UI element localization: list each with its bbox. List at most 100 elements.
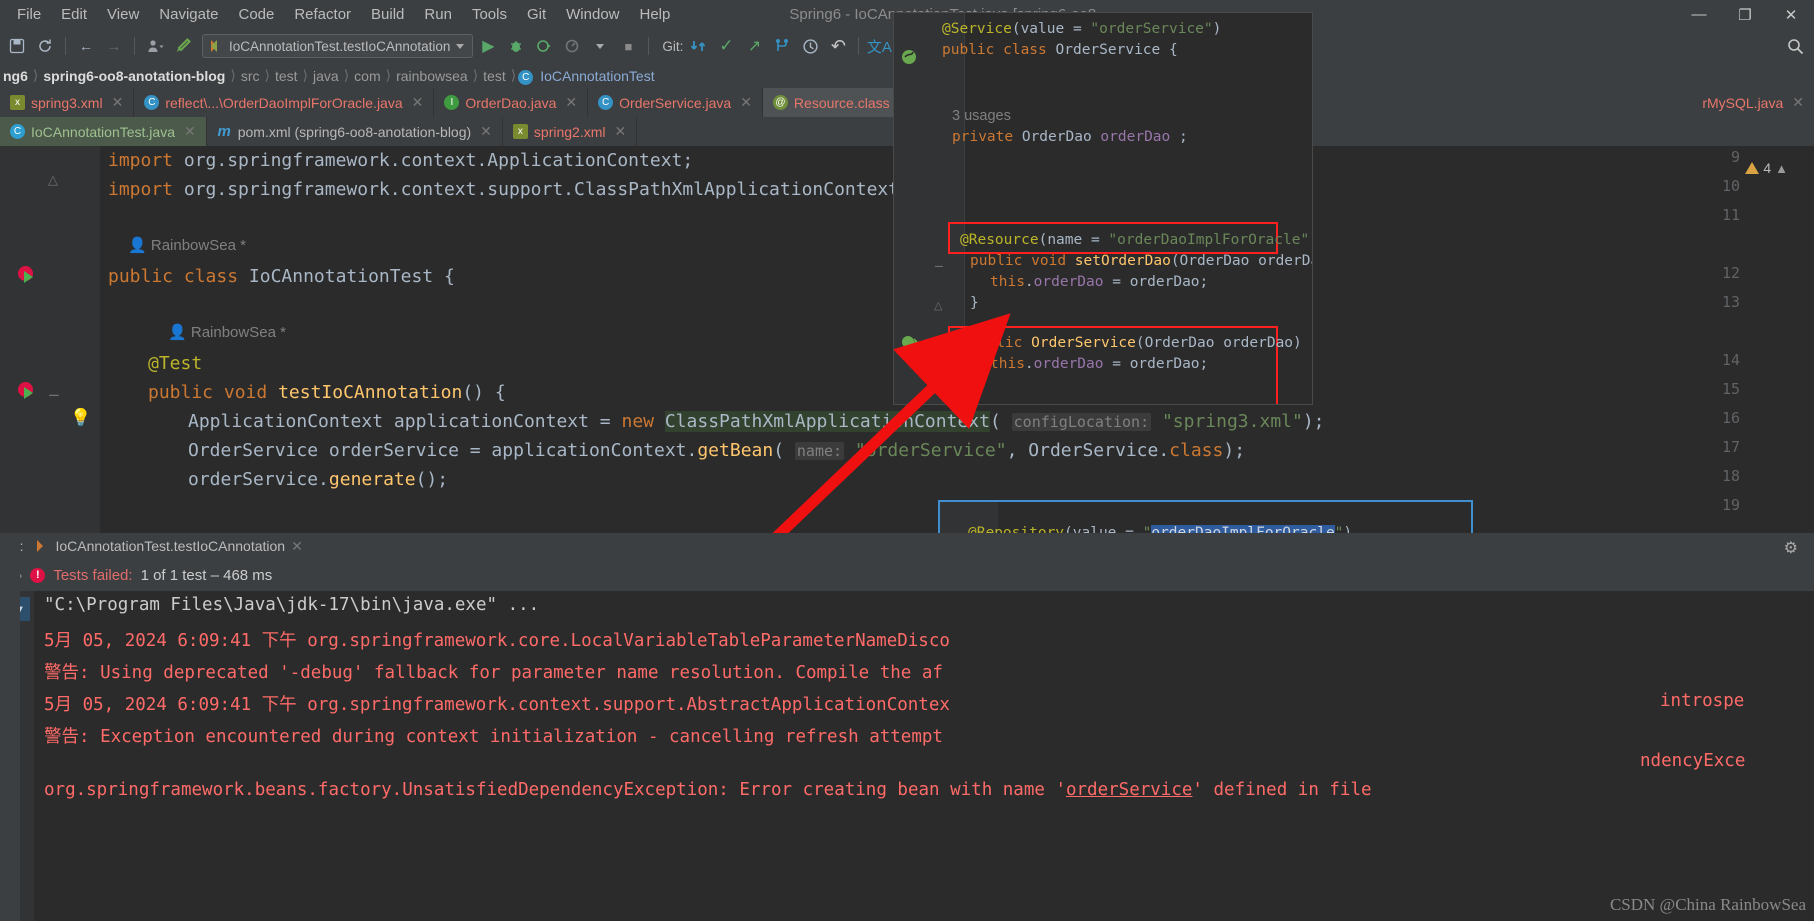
profiler-button[interactable]	[559, 33, 585, 59]
console-output[interactable]: ▼ "C:\Program Files\Java\jdk-17\bin\java…	[0, 591, 1814, 921]
tab-rmysql-java[interactable]: rMySQL.java ✕	[1692, 88, 1814, 117]
menu-window[interactable]: Window	[557, 3, 628, 26]
menu-run[interactable]: Run	[415, 3, 461, 26]
warning-count: 4	[1763, 160, 1772, 176]
ide-window: File Edit View Navigate Code Refactor Bu…	[0, 0, 1814, 921]
line-number: 9	[1730, 148, 1740, 166]
line-number: 10	[1721, 177, 1740, 195]
hammer-build-icon[interactable]	[170, 33, 196, 59]
close-button[interactable]: ✕	[1768, 0, 1814, 29]
search-icon[interactable]	[1782, 33, 1808, 59]
tab-close-icon[interactable]: ✕	[1792, 94, 1804, 111]
menu-navigate[interactable]: Navigate	[150, 3, 227, 26]
menu-edit[interactable]: Edit	[52, 3, 96, 26]
run-tool-window-header: un: IoCAnnotationTest.testIoCAnnotation …	[0, 533, 1814, 559]
git-update-icon[interactable]	[685, 33, 711, 59]
sync-icon[interactable]	[32, 33, 58, 59]
error-icon: !	[30, 567, 46, 583]
inspection-warning-badge[interactable]: 4 ▲	[1745, 160, 1788, 176]
fold-icon[interactable]: ⚊	[934, 257, 944, 270]
debug-button[interactable]	[503, 33, 529, 59]
git-branch-icon[interactable]	[769, 33, 795, 59]
breadcrumb-item-4[interactable]: java	[310, 68, 342, 84]
menu-build[interactable]: Build	[362, 3, 413, 26]
minimize-button[interactable]: —	[1676, 0, 1722, 29]
undo-icon[interactable]: ↶	[825, 33, 851, 59]
breadcrumb-item-0[interactable]: ng6	[0, 68, 31, 84]
run-test-gutter-icon[interactable]	[18, 382, 35, 399]
breadcrumb-item-8[interactable]: IoCAnnotationTest	[537, 68, 657, 84]
menu-file[interactable]: File	[8, 3, 50, 26]
profiler-dropdown-icon[interactable]	[587, 33, 613, 59]
maximize-button[interactable]: ❐	[1722, 0, 1768, 29]
line-number: 19	[1721, 496, 1740, 514]
tab-pom-xml[interactable]: m pom.xml (spring6-oo8-anotation-blog) ✕	[207, 117, 503, 146]
run-configuration-selector[interactable]: IoCAnnotationTest.testIoCAnnotation	[202, 34, 474, 58]
git-push-icon[interactable]: ↗	[741, 33, 767, 59]
code-line-17: OrderService orderService = applicationC…	[188, 440, 1246, 461]
tab-close-icon[interactable]: ✕	[112, 94, 124, 111]
tab-orderdaoimplfororacle-java[interactable]: C reflect\...\OrderDaoImplForOracle.java…	[134, 88, 435, 117]
run-tab-close-icon[interactable]: ✕	[291, 538, 303, 555]
console-line-6: org.springframework.beans.factory.Unsati…	[44, 780, 1372, 800]
orderservice-preview-popup[interactable]: @Service(value = "orderService") public …	[893, 12, 1313, 405]
save-icon[interactable]	[4, 33, 30, 59]
menu-code[interactable]: Code	[229, 3, 283, 26]
popup1-line-setter: public void setOrderDao(OrderDao orderDa…	[970, 253, 1312, 269]
tab-close-icon[interactable]: ✕	[740, 94, 752, 111]
git-commit-icon[interactable]: ✓	[713, 33, 739, 59]
run-button[interactable]: ▶	[475, 33, 501, 59]
tab-spring3-xml[interactable]: x spring3.xml ✕	[0, 88, 135, 117]
run-with-coverage-button[interactable]	[531, 33, 557, 59]
tab-close-icon[interactable]: ✕	[480, 123, 492, 140]
intention-bulb-icon[interactable]: 💡	[70, 408, 91, 428]
stop-button[interactable]: ■	[615, 33, 641, 59]
spring-bean-icon[interactable]	[900, 48, 918, 66]
menu-tools[interactable]: Tools	[463, 3, 516, 26]
line-number: 11	[1721, 206, 1740, 224]
breadcrumb-item-1[interactable]: spring6-oo8-anotation-blog	[40, 68, 228, 84]
fold-region-icon[interactable]: △	[48, 172, 58, 188]
chevron-up-icon[interactable]: ▲	[1775, 161, 1788, 176]
code-line-14: @Test	[148, 353, 203, 374]
menu-refactor[interactable]: Refactor	[285, 3, 360, 26]
menu-view[interactable]: View	[98, 3, 148, 26]
popup1-line-assign-1: this.orderDao = orderDao;	[990, 274, 1209, 290]
tab-close-icon[interactable]: ✕	[565, 94, 577, 111]
spring-bean-gutter-icon[interactable]	[900, 333, 919, 351]
tab-label: spring3.xml	[31, 94, 103, 111]
tab-iocannotationtest-java[interactable]: C IoCAnnotationTest.java ✕	[0, 117, 207, 146]
menu-help[interactable]: Help	[631, 3, 680, 26]
gear-icon[interactable]: ⚙	[1784, 538, 1798, 558]
popup1-usages-label[interactable]: 3 usages	[952, 106, 1011, 127]
tab-close-icon[interactable]: ✕	[412, 94, 424, 111]
tab-spring2-xml[interactable]: x spring2.xml ✕	[503, 117, 638, 146]
popup1-line-1: public class OrderService {	[942, 42, 1178, 58]
navigate-forward-icon[interactable]: →	[101, 33, 127, 59]
history-icon[interactable]	[797, 33, 823, 59]
fold-region-icon[interactable]: ⚊	[48, 384, 60, 400]
code-line-10: import org.springframework.context.suppo…	[108, 179, 910, 200]
fold-icon[interactable]: △	[934, 299, 942, 312]
git-label: Git:	[662, 38, 684, 54]
tab-close-icon[interactable]: ✕	[184, 123, 196, 140]
breadcrumb-separator: ⟩	[472, 67, 479, 83]
tab-orderdao-java[interactable]: I OrderDao.java ✕	[434, 88, 589, 117]
navigate-back-icon[interactable]: ←	[73, 33, 99, 59]
breadcrumb-item-2[interactable]: src	[238, 68, 263, 84]
breadcrumb-item-5[interactable]: com	[351, 68, 383, 84]
class-icon: C	[518, 70, 534, 85]
tab-orderservice-java[interactable]: C OrderService.java ✕	[588, 88, 763, 117]
bean-name-link[interactable]: orderService	[1066, 780, 1192, 800]
tab-close-icon[interactable]: ✕	[615, 123, 627, 140]
breadcrumb-item-7[interactable]: test	[480, 68, 509, 84]
menu-git[interactable]: Git	[518, 3, 555, 26]
run-tab[interactable]: IoCAnnotationTest.testIoCAnnotation ✕	[31, 538, 308, 555]
fold-icon[interactable]: ⚊	[934, 339, 944, 352]
breadcrumb-item-3[interactable]: test	[272, 68, 301, 84]
breadcrumb-item-6[interactable]: rainbowsea	[393, 68, 471, 84]
user-profile-icon[interactable]	[142, 33, 168, 59]
tab-label: OrderService.java	[619, 94, 732, 111]
class-icon: C	[144, 95, 160, 110]
run-class-gutter-icon[interactable]	[18, 266, 35, 283]
